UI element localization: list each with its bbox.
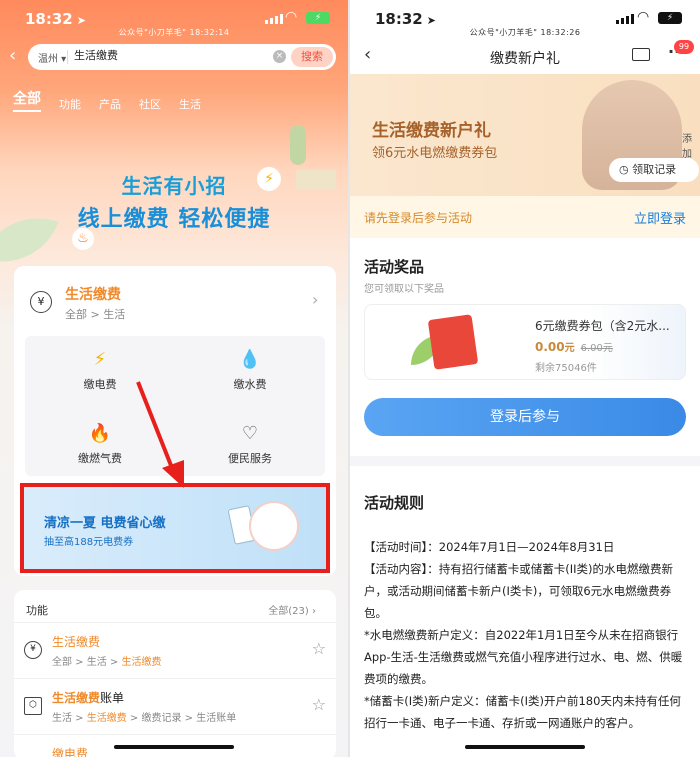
login-prompt: 请先登录后参与活动 [364,211,473,225]
tab-life[interactable]: 生活 [179,96,201,112]
promo-screen: 18:32➤ ◠ ⚡ 公众号"小刀羊毛" 18:32:26 ‹ 缴费新户礼 ··… [350,0,700,757]
function-path: 全部 > 生活 > 生活缴费 [52,657,162,668]
rules-section: 活动规则 【活动时间】：2024年7月1日—2024年8月31日 【活动内容】：… [350,466,700,757]
clear-icon[interactable]: × [273,50,286,63]
prize-name: 6元缴费券包（含2元水... [535,319,670,333]
hero-banner: 生活缴费新户礼 领6元水电燃缴费券包 添加 ◷ 领取记录 [350,74,700,196]
prize-section: 活动奖品 您可领取以下奖品 6元缴费券包（含2元水... 0.00元 6.00元 … [350,238,700,456]
rule-line: *储蓄卡(I类)新户定义：储蓄卡(I类)开户前180天内未持有任何招行一卡通、电… [364,694,681,730]
star-icon[interactable]: ☆ [312,695,326,714]
rule-line: *水电燃缴费新户定义：自2022年1月1日至今从未在招商银行App-生活-生活缴… [364,628,683,686]
rule-line: 【活动时间】：2024年7月1日—2024年8月31日 [364,540,615,554]
function-row[interactable]: ⬡ 生活缴费账单 生活 > 生活缴费 > 缴费记录 > 生活账单 ☆ [14,678,336,733]
login-bar: 请先登录后参与活动 立即登录 [350,196,700,238]
signal-icon [265,14,283,24]
mascot-illustration [249,501,299,551]
add-tag[interactable]: 添加 [682,130,700,160]
service-item-gas[interactable]: 🔥 缴燃气费 [25,422,175,466]
cube-icon: ⬡ [24,697,42,715]
functions-all-link[interactable]: 全部(23) › [268,602,316,617]
lightning-icon: ⚡ [93,349,107,370]
status-time: 18:32 ➤ [375,10,436,28]
prize-subheading: 您可领取以下奖品 [364,284,444,295]
service-item-convenience[interactable]: ♡ 便民服务 [175,422,325,466]
yuan-icon: ¥ [24,641,42,659]
battery-icon: ⚡ [658,12,682,24]
search-input[interactable] [74,49,224,61]
functions-header: 功能 [26,604,48,617]
service-item-water[interactable]: 💧 缴水费 [175,348,325,392]
service-grid: ⚡ 缴电费 💧 缴水费 🔥 缴燃气费 ♡ 便民服务 [25,336,325,476]
flame-icon: 🔥 [88,423,112,444]
hero-title: 生活缴费新户礼 [372,121,491,141]
banner-subtitle: 抽至高188元电费券 [44,537,134,548]
prize-card[interactable]: 6元缴费券包（含2元水... 0.00元 6.00元 剩余75046件 [364,304,686,380]
heart-hands-icon: ♡ [241,423,259,444]
tab-community[interactable]: 社区 [139,96,161,112]
function-row[interactable]: ¥ 生活缴费 全部 > 生活 > 生活缴费 ☆ [14,622,336,677]
status-bar: 18:32 ➤ ◠ ⚡ 公众号"小刀羊毛" 18:32:26 [350,0,700,38]
function-title: 缴电费 [52,747,89,757]
watermark: 公众号"小刀羊毛" 18:32:26 [469,28,581,37]
prize-remaining: 剩余75046件 [535,363,597,374]
prize-price: 0.00元 6.00元 [535,340,613,354]
back-icon[interactable]: ‹ [9,45,16,66]
signal-icon [616,14,634,24]
ticket-icon[interactable] [632,48,650,61]
join-button[interactable]: 登录后参与 [364,398,686,436]
tab-product[interactable]: 产品 [99,96,121,112]
function-title: 生活缴费账单 [52,691,125,705]
home-indicator [114,745,234,749]
watermark: 公众号"小刀羊毛" 18:32:14 [118,28,230,37]
banner-title: 清凉一夏 电费省心缴 [44,516,166,531]
cactus-decoration [290,125,306,165]
chevron-right-icon[interactable]: › [312,290,318,309]
service-item-label: 缴燃气费 [78,452,122,465]
rule-line: 【活动内容】：持有招行储蓄卡或储蓄卡(II类)的水电燃缴费新户，或活动期间储蓄卡… [364,562,674,620]
function-title: 生活缴费 [52,635,101,649]
red-envelope-icon [427,314,479,370]
city-selector[interactable]: 温州 ▾ [38,50,66,65]
service-title[interactable]: 生活缴费 [65,284,121,304]
star-icon[interactable]: ☆ [312,639,326,658]
status-time: 18:32 ➤ [25,10,86,28]
tab-function[interactable]: 功能 [59,96,81,112]
search-bar[interactable]: 温州 ▾ × 搜索 [28,44,336,70]
search-button[interactable]: 搜索 [291,47,333,67]
battery-icon: ⚡ [306,12,330,24]
rules-body: 【活动时间】：2024年7月1日—2024年8月31日 【活动内容】：持有招行储… [364,536,686,734]
search-screen: 18:32➤ ◠ ⚡ 公众号"小刀羊毛" 18:32:14 ‹ 温州 ▾ × 搜… [0,0,348,757]
status-bar: 18:32 ➤ ◠ ⚡ 公众号"小刀羊毛" 18:32:14 [0,0,348,38]
service-item-label: 缴水费 [233,378,267,391]
wifi-icon: ◠ [285,9,298,25]
yuan-icon: ¥ [30,291,52,313]
notification-badge: 99 [674,40,694,54]
rules-heading: 活动规则 [364,494,425,512]
service-item-label: 缴电费 [83,378,117,391]
water-drop-icon: 💧 [238,349,262,370]
wifi-icon: ◠ [637,9,650,25]
prize-heading: 活动奖品 [364,258,425,276]
nav-bar: ‹ 缴费新户礼 ··· 99 [350,38,700,74]
tab-all[interactable]: 全部 [13,88,41,112]
search-separator [67,50,68,64]
category-tabs: 全部 功能 产品 社区 生活 [13,88,201,112]
service-item-electric[interactable]: ⚡ 缴电费 [25,348,175,392]
home-indicator [465,745,585,749]
function-path: 生活 > 生活缴费 > 缴费记录 > 生活账单 [52,713,237,724]
login-link[interactable]: 立即登录 [634,208,686,227]
flame-icon: ♨ [72,228,94,250]
hero-subtitle: 线上缴费 轻松便捷 [77,207,271,232]
promo-banner[interactable]: 清凉一夏 电费省心缴 抽至高188元电费券 [20,483,330,573]
functions-card: 功能 全部(23) › ¥ 生活缴费 全部 > 生活 > 生活缴费 ☆ ⬡ 生活… [14,590,336,757]
hero-title: 生活有小招 [121,174,227,198]
record-button[interactable]: ◷ 领取记录 [609,158,699,182]
service-path: 全部 > 生活 [65,308,126,321]
hero-subtitle: 领6元水电燃缴费券包 [372,146,498,161]
service-item-label: 便民服务 [228,452,272,465]
